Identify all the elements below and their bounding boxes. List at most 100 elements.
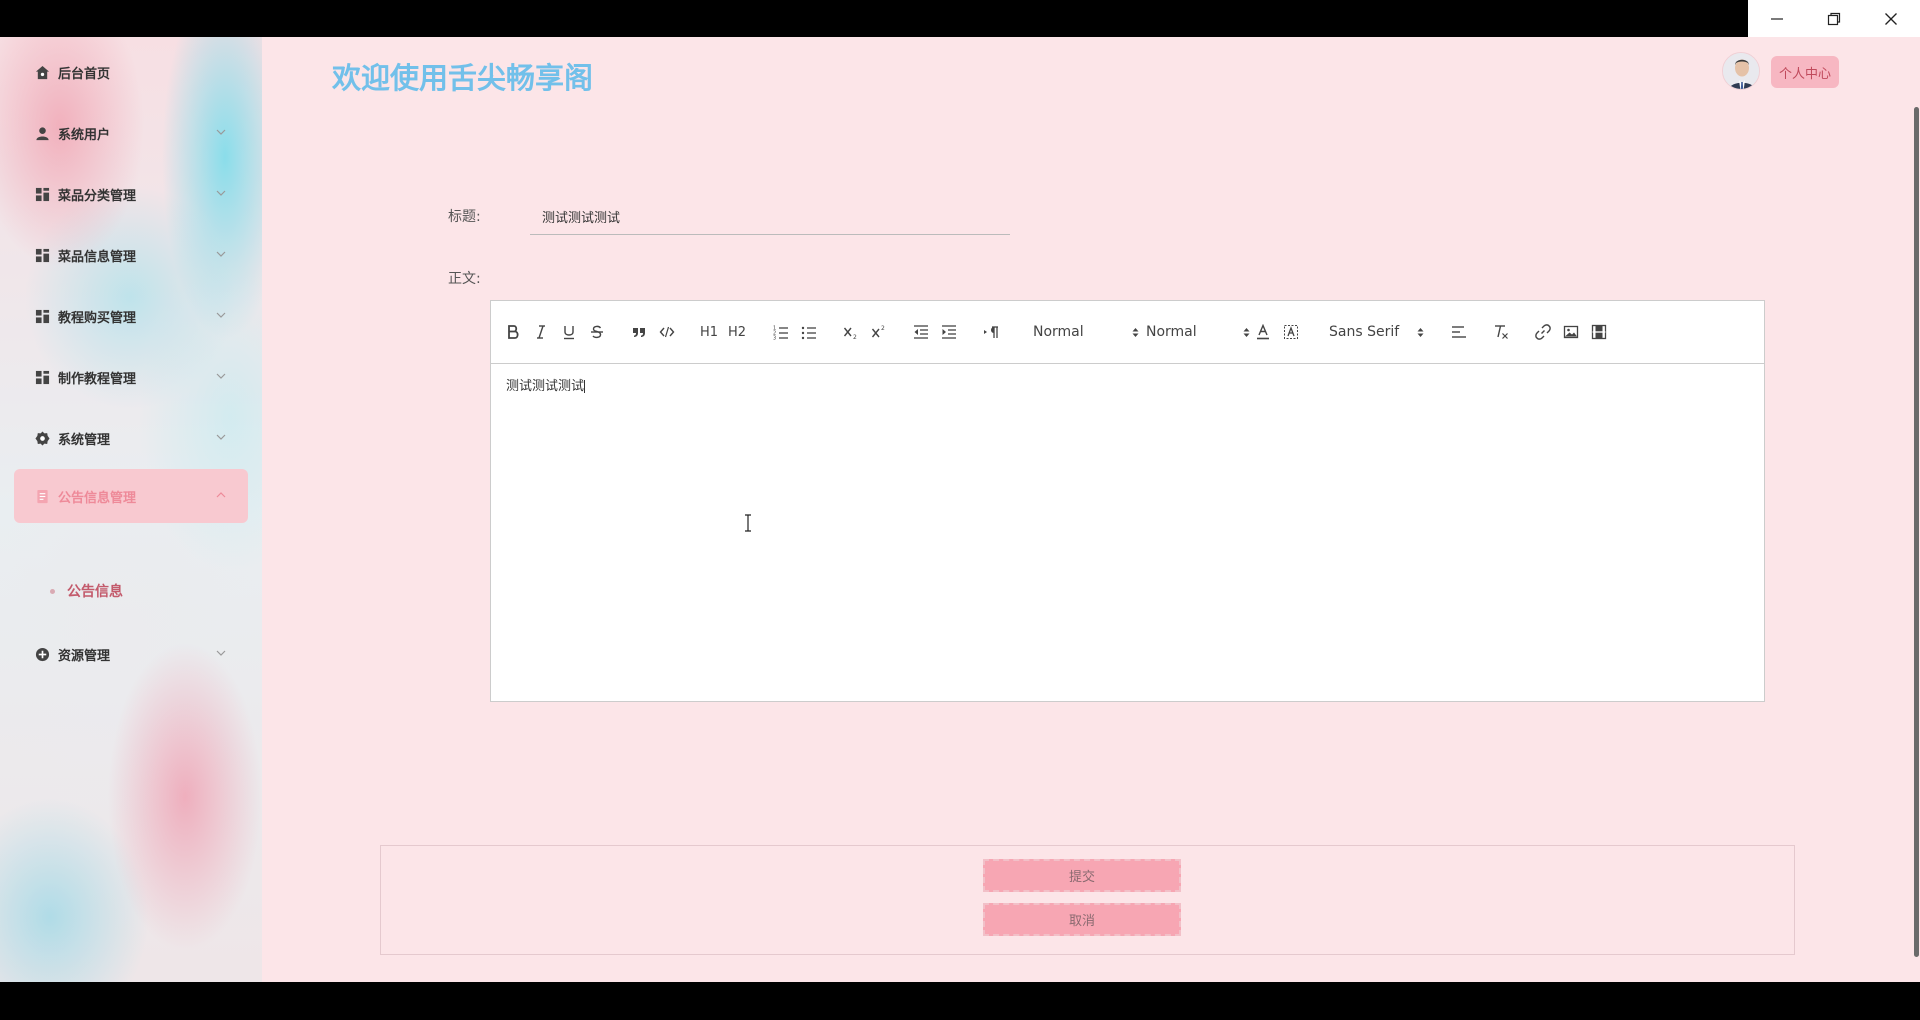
svg-text:2: 2 <box>853 334 857 340</box>
submit-button[interactable]: 提交 <box>983 859 1181 892</box>
underline-button[interactable] <box>561 323 577 341</box>
insert-image-button[interactable] <box>1563 323 1579 341</box>
indent-icon <box>942 325 956 339</box>
user-icon <box>34 125 50 141</box>
avatar-image <box>1723 53 1759 89</box>
close-button[interactable] <box>1862 0 1919 37</box>
text-caret <box>584 380 586 393</box>
indent-button[interactable] <box>941 323 957 341</box>
grid-icon <box>34 369 50 385</box>
code-icon <box>659 326 675 338</box>
app-window: 后台首页 系统用户 菜品分类管理 菜品信息管理 教程购买管理 制作教程管理 系统… <box>0 37 1920 982</box>
ordered-list-icon: 123 <box>773 326 788 341</box>
insert-link-button[interactable] <box>1535 323 1551 341</box>
chevron-down-icon <box>216 650 226 656</box>
outdent-icon <box>914 325 928 339</box>
bullet-list-icon <box>801 326 816 340</box>
background-color-icon <box>1284 325 1298 339</box>
sidebar-item-dish-info[interactable]: 菜品信息管理 <box>14 228 248 282</box>
sidebar-item-announcement-management[interactable]: 公告信息管理 <box>14 469 248 523</box>
sidebar-subitem-label: 公告信息 <box>67 584 123 600</box>
window-titlebar <box>0 0 1920 37</box>
sidebar-item-label: 资源管理 <box>58 648 111 664</box>
font-picker[interactable]: Sans Serif <box>1329 323 1424 341</box>
bullet-list-button[interactable] <box>801 323 817 341</box>
sidebar-item-tutorial-management[interactable]: 制作教程管理 <box>14 350 248 404</box>
clear-format-button[interactable] <box>1493 323 1509 341</box>
outdent-button[interactable] <box>913 323 929 341</box>
restore-button[interactable] <box>1805 0 1862 37</box>
chevron-down-icon <box>216 190 226 196</box>
title-input[interactable] <box>530 199 1010 235</box>
editor-body-text: 测试测试测试 <box>506 379 585 394</box>
sidebar-item-resource-management[interactable]: 资源管理 <box>14 627 248 681</box>
sidebar-item-home[interactable]: 后台首页 <box>14 45 248 99</box>
blockquote-button[interactable] <box>631 323 647 341</box>
sidebar-item-system-management[interactable]: 系统管理 <box>14 411 248 465</box>
ordered-list-button[interactable]: 123 <box>773 323 789 341</box>
header-1-button[interactable]: H1 <box>699 323 719 341</box>
page-title: 欢迎使用舌尖畅享阁 <box>332 61 594 95</box>
sidebar-item-label: 教程购买管理 <box>58 310 137 326</box>
italic-button[interactable] <box>533 323 549 341</box>
chevron-down-icon <box>216 129 226 135</box>
sidebar-item-system-users[interactable]: 系统用户 <box>14 106 248 160</box>
italic-icon <box>537 325 545 339</box>
page-scrollbar[interactable] <box>1912 107 1920 957</box>
home-icon <box>34 64 50 80</box>
clear-format-icon <box>1495 325 1508 339</box>
grid-icon <box>34 247 50 263</box>
cancel-button[interactable]: 取消 <box>983 903 1181 936</box>
body-label: 正文: <box>448 271 481 287</box>
font-picker-label: Sans Serif <box>1329 324 1400 340</box>
quote-icon <box>633 328 645 337</box>
strikethrough-button[interactable] <box>589 323 605 341</box>
bullet-dot <box>50 588 55 594</box>
code-block-button[interactable] <box>659 323 675 341</box>
bold-button[interactable] <box>505 323 521 341</box>
sidebar-subitem-announcement-info[interactable]: 公告信息 <box>50 574 123 608</box>
text-direction-button[interactable] <box>983 323 999 341</box>
scrollbar-thumb[interactable] <box>1914 107 1919 957</box>
picker-arrows-icon <box>1243 327 1250 338</box>
picker-arrows-icon <box>1417 327 1424 338</box>
sidebar: 后台首页 系统用户 菜品分类管理 菜品信息管理 教程购买管理 制作教程管理 系统… <box>0 37 262 982</box>
align-button[interactable] <box>1451 323 1467 341</box>
underline-icon <box>564 326 574 340</box>
chevron-down-icon <box>216 373 226 379</box>
text-direction-icon <box>984 326 998 338</box>
grid-icon <box>34 308 50 324</box>
superscript-button[interactable]: 2 <box>871 323 887 341</box>
h2-label: H2 <box>727 324 747 340</box>
chevron-down-icon <box>216 251 226 257</box>
avatar[interactable] <box>1722 52 1760 90</box>
gear-icon <box>34 430 50 446</box>
minimize-button[interactable] <box>1748 0 1805 37</box>
header-2-button[interactable]: H2 <box>727 323 747 341</box>
bold-icon <box>508 325 519 339</box>
chevron-up-icon <box>216 492 226 498</box>
size-picker-label: Normal <box>1146 324 1197 340</box>
sidebar-item-label: 制作教程管理 <box>58 371 137 387</box>
title-label: 标题: <box>448 209 481 225</box>
insert-video-button[interactable] <box>1591 323 1607 341</box>
text-color-button[interactable] <box>1255 323 1271 341</box>
header-picker[interactable]: Normal <box>1033 323 1139 341</box>
editor-content-area[interactable]: 测试测试测试 <box>491 364 1764 701</box>
sidebar-item-dish-category[interactable]: 菜品分类管理 <box>14 167 248 221</box>
bottom-bar <box>0 982 1920 1020</box>
profile-center-button[interactable]: 个人中心 <box>1771 56 1839 88</box>
sidebar-item-label: 菜品信息管理 <box>58 249 137 265</box>
document-icon <box>34 488 50 504</box>
subscript-button[interactable]: 2 <box>843 323 859 341</box>
svg-text:3: 3 <box>773 336 776 341</box>
editor-toolbar: H1 H2 123 2 2 Normal Normal Sans Serif <box>491 301 1764 364</box>
minimize-icon <box>1770 17 1783 20</box>
background-color-button[interactable] <box>1283 323 1299 341</box>
sidebar-item-label: 系统管理 <box>58 432 111 448</box>
chevron-down-icon <box>216 312 226 318</box>
size-picker[interactable]: Normal <box>1146 323 1250 341</box>
subscript-icon: 2 <box>843 327 857 340</box>
svg-text:2: 2 <box>881 325 885 332</box>
sidebar-item-tutorial-purchase[interactable]: 教程购买管理 <box>14 289 248 343</box>
